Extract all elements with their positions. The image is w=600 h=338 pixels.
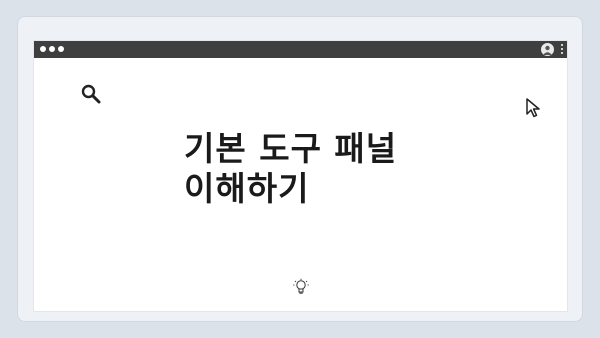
more-vertical-icon[interactable] <box>561 44 563 54</box>
user-avatar-icon[interactable] <box>541 43 554 56</box>
browser-window: 기본 도구 패널 이해하기 <box>34 41 567 311</box>
search-icon[interactable] <box>80 83 102 105</box>
page-title: 기본 도구 패널 이해하기 <box>184 129 514 209</box>
cursor-arrow-icon <box>524 97 546 119</box>
lightbulb-icon <box>292 278 310 296</box>
window-minimize-button[interactable] <box>49 46 55 52</box>
window-close-button[interactable] <box>40 46 46 52</box>
window-titlebar <box>34 41 567 58</box>
window-controls <box>40 46 64 52</box>
page-title-line-1: 기본 도구 패널 <box>184 129 398 168</box>
page: 기본 도구 패널 이해하기 <box>0 0 600 338</box>
page-title-line-2: 이해하기 <box>184 169 310 208</box>
window-maximize-button[interactable] <box>58 46 64 52</box>
